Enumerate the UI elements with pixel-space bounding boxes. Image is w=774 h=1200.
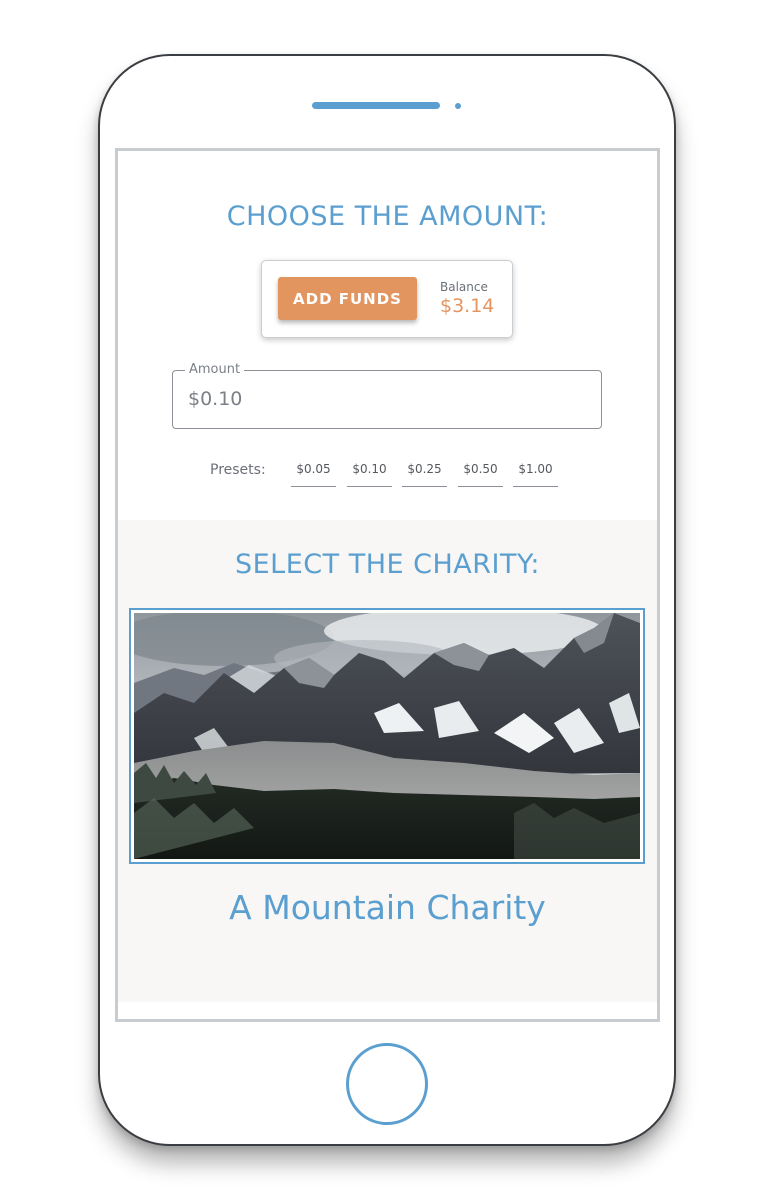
charity-card[interactable]: [129, 608, 645, 864]
preset-1-00[interactable]: $1.00: [513, 460, 558, 487]
select-charity-heading: SELECT THE CHARITY:: [234, 549, 540, 580]
choose-amount-heading: CHOOSE THE AMOUNT:: [226, 201, 549, 232]
charity-name: A Mountain Charity: [229, 888, 546, 927]
front-camera: [455, 103, 461, 109]
funds-card: ADD FUNDS Balance $3.14: [261, 260, 513, 338]
phone-screen: CHOOSE THE AMOUNT: ADD FUNDS Balance $3.…: [115, 148, 660, 1022]
speaker-slot: [312, 102, 440, 109]
balance-label: Balance: [440, 280, 488, 294]
preset-0-50[interactable]: $0.50: [458, 460, 503, 487]
presets-label: Presets:: [210, 462, 266, 478]
home-button[interactable]: [346, 1043, 428, 1125]
balance-value: $3.14: [440, 295, 495, 317]
amount-field-label: Amount: [185, 362, 245, 377]
charity-section: SELECT THE CHARITY: A Mountain Charity: [118, 520, 657, 1002]
preset-0-05[interactable]: $0.05: [291, 460, 336, 487]
add-funds-button[interactable]: ADD FUNDS: [278, 277, 417, 320]
amount-input[interactable]: [188, 385, 578, 413]
amount-field[interactable]: Amount: [172, 362, 602, 429]
preset-0-10[interactable]: $0.10: [347, 460, 392, 487]
preset-0-25[interactable]: $0.25: [402, 460, 447, 487]
mountain-image: [134, 613, 640, 859]
